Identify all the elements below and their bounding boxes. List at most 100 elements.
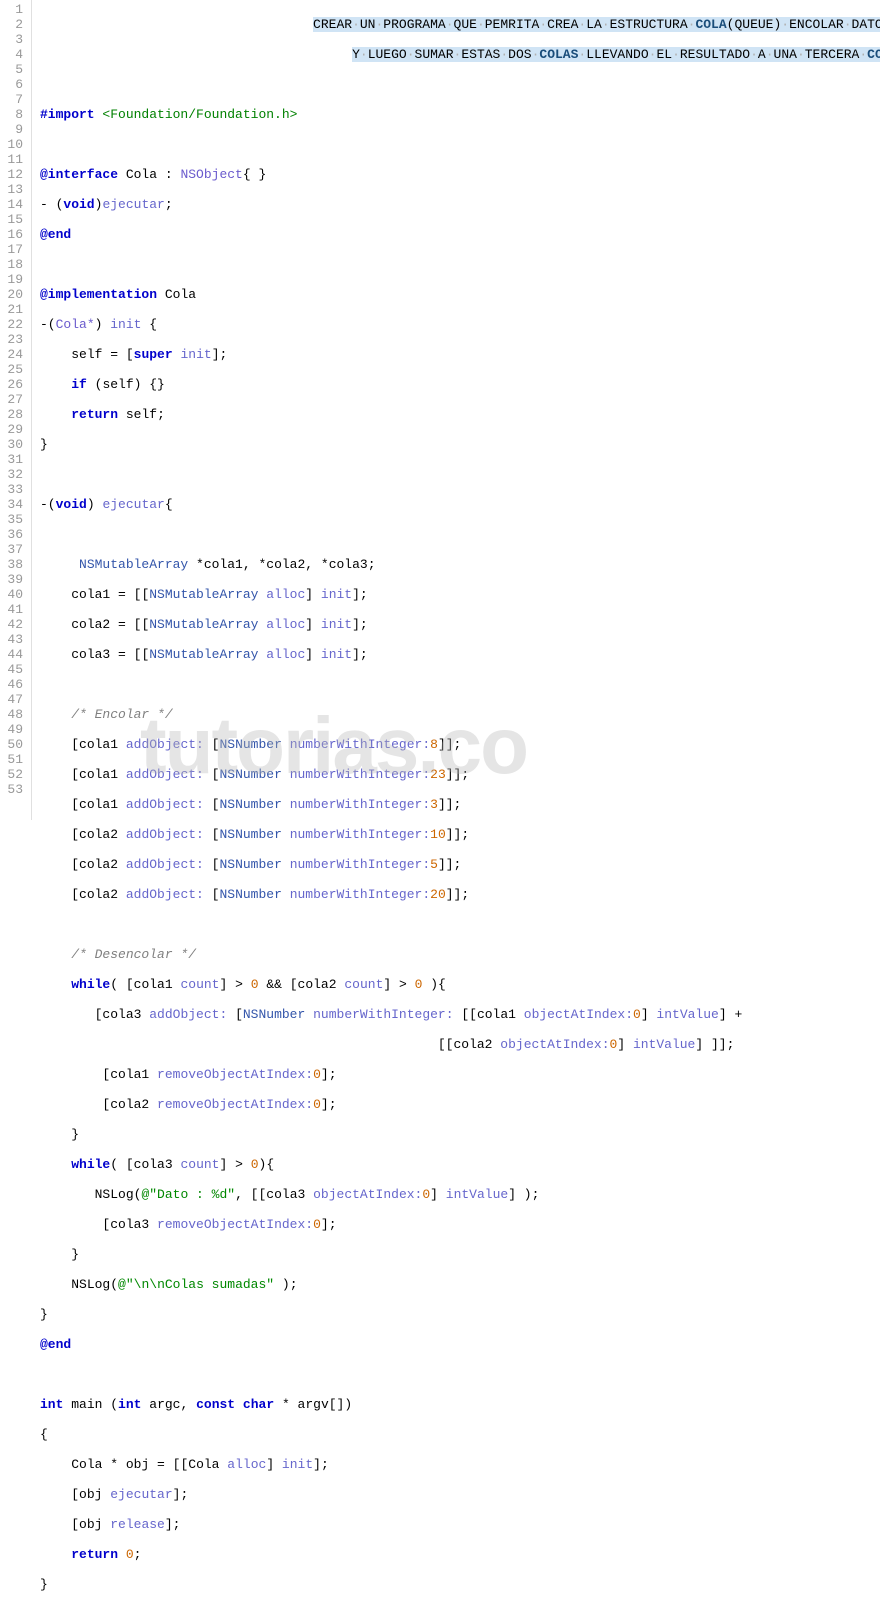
code-line[interactable]: [40, 77, 880, 92]
line-number: 47: [4, 692, 23, 707]
code-line[interactable]: NSLog(@"Dato : %d", [[cola3 objectAtInde…: [40, 1187, 880, 1202]
code-line[interactable]: [cola3 removeObjectAtIndex:0];: [40, 1217, 880, 1232]
code-line[interactable]: [40, 467, 880, 482]
line-number: 7: [4, 92, 23, 107]
code-line[interactable]: [cola2 addObject: [NSNumber numberWithIn…: [40, 857, 880, 872]
code-line[interactable]: while( [cola3 count] > 0){: [40, 1157, 880, 1172]
code-line[interactable]: }: [40, 1577, 880, 1592]
line-number: 52: [4, 767, 23, 782]
code-line[interactable]: [cola1 addObject: [NSNumber numberWithIn…: [40, 797, 880, 812]
code-line[interactable]: /* Encolar */: [40, 707, 880, 722]
code-content[interactable]: CREAR·UN·PROGRAMA·QUE·PEMRITA·CREA·LA·ES…: [32, 0, 880, 820]
line-number: 8: [4, 107, 23, 122]
code-line[interactable]: if (self) {}: [40, 377, 880, 392]
code-line[interactable]: cola1 = [[NSMutableArray alloc] init];: [40, 587, 880, 602]
code-line[interactable]: [cola1 removeObjectAtIndex:0];: [40, 1067, 880, 1082]
line-number: 51: [4, 752, 23, 767]
code-line[interactable]: @interface Cola : NSObject{ }: [40, 167, 880, 182]
code-line[interactable]: [cola1 addObject: [NSNumber numberWithIn…: [40, 737, 880, 752]
line-number: 38: [4, 557, 23, 572]
code-line[interactable]: /* Desencolar */: [40, 947, 880, 962]
code-line[interactable]: cola2 = [[NSMutableArray alloc] init];: [40, 617, 880, 632]
line-number: 30: [4, 437, 23, 452]
line-number: 1: [4, 2, 23, 17]
line-number: 3: [4, 32, 23, 47]
code-line[interactable]: Cola * obj = [[Cola alloc] init];: [40, 1457, 880, 1472]
line-number: 36: [4, 527, 23, 542]
line-number: 50: [4, 737, 23, 752]
code-line[interactable]: [cola2 addObject: [NSNumber numberWithIn…: [40, 827, 880, 842]
line-number: 19: [4, 272, 23, 287]
code-line[interactable]: }: [40, 1127, 880, 1142]
code-editor: 1234567891011121314151617181920212223242…: [0, 0, 880, 820]
line-number: 17: [4, 242, 23, 257]
code-line[interactable]: cola3 = [[NSMutableArray alloc] init];: [40, 647, 880, 662]
code-line[interactable]: [obj ejecutar];: [40, 1487, 880, 1502]
line-number: 34: [4, 497, 23, 512]
line-number: 48: [4, 707, 23, 722]
line-number: 23: [4, 332, 23, 347]
line-number: 2: [4, 17, 23, 32]
code-line[interactable]: [[cola2 objectAtIndex:0] intValue] ]];: [40, 1037, 880, 1052]
code-line[interactable]: #import <Foundation/Foundation.h>: [40, 107, 880, 122]
code-line[interactable]: }: [40, 1307, 880, 1322]
code-line[interactable]: [cola3 addObject: [NSNumber numberWithIn…: [40, 1007, 880, 1022]
code-line[interactable]: }: [40, 437, 880, 452]
code-line[interactable]: -(void) ejecutar{: [40, 497, 880, 512]
code-line[interactable]: [40, 527, 880, 542]
code-line[interactable]: }: [40, 1247, 880, 1262]
code-line[interactable]: NSLog(@"\n\nColas sumadas" );: [40, 1277, 880, 1292]
line-number: 53: [4, 782, 23, 797]
code-line[interactable]: -(Cola*) init {: [40, 317, 880, 332]
code-line[interactable]: Y·LUEGO·SUMAR·ESTAS·DOS·COLAS·LLEVANDO·E…: [40, 47, 880, 62]
line-number: 32: [4, 467, 23, 482]
code-line[interactable]: [cola1 addObject: [NSNumber numberWithIn…: [40, 767, 880, 782]
line-number-gutter: 1234567891011121314151617181920212223242…: [0, 0, 32, 820]
code-line[interactable]: - (void)ejecutar;: [40, 197, 880, 212]
code-line[interactable]: [40, 137, 880, 152]
line-number: 4: [4, 47, 23, 62]
line-number: 20: [4, 287, 23, 302]
line-number: 27: [4, 392, 23, 407]
code-line[interactable]: [40, 677, 880, 692]
line-number: 35: [4, 512, 23, 527]
code-line[interactable]: CREAR·UN·PROGRAMA·QUE·PEMRITA·CREA·LA·ES…: [40, 17, 880, 32]
line-number: 37: [4, 542, 23, 557]
code-line[interactable]: @end: [40, 1337, 880, 1352]
line-number: 41: [4, 602, 23, 617]
line-number: 42: [4, 617, 23, 632]
line-number: 43: [4, 632, 23, 647]
line-number: 29: [4, 422, 23, 437]
line-number: 33: [4, 482, 23, 497]
code-line[interactable]: [cola2 addObject: [NSNumber numberWithIn…: [40, 887, 880, 902]
line-number: 6: [4, 77, 23, 92]
line-number: 15: [4, 212, 23, 227]
line-number: 40: [4, 587, 23, 602]
line-number: 44: [4, 647, 23, 662]
line-number: 5: [4, 62, 23, 77]
line-number: 13: [4, 182, 23, 197]
line-number: 12: [4, 167, 23, 182]
code-line[interactable]: [40, 917, 880, 932]
code-line[interactable]: [40, 257, 880, 272]
code-line[interactable]: [cola2 removeObjectAtIndex:0];: [40, 1097, 880, 1112]
line-number: 31: [4, 452, 23, 467]
line-number: 16: [4, 227, 23, 242]
code-line[interactable]: return self;: [40, 407, 880, 422]
line-number: 49: [4, 722, 23, 737]
code-line[interactable]: while( [cola1 count] > 0 && [cola2 count…: [40, 977, 880, 992]
line-number: 9: [4, 122, 23, 137]
code-line[interactable]: return 0;: [40, 1547, 880, 1562]
code-line[interactable]: self = [super init];: [40, 347, 880, 362]
code-line[interactable]: @implementation Cola: [40, 287, 880, 302]
line-number: 28: [4, 407, 23, 422]
code-line[interactable]: {: [40, 1427, 880, 1442]
code-line[interactable]: int main (int argc, const char * argv[]): [40, 1397, 880, 1412]
line-number: 24: [4, 347, 23, 362]
code-line[interactable]: NSMutableArray *cola1, *cola2, *cola3;: [40, 557, 880, 572]
line-number: 26: [4, 377, 23, 392]
line-number: 21: [4, 302, 23, 317]
code-line[interactable]: @end: [40, 227, 880, 242]
code-line[interactable]: [40, 1367, 880, 1382]
code-line[interactable]: [obj release];: [40, 1517, 880, 1532]
